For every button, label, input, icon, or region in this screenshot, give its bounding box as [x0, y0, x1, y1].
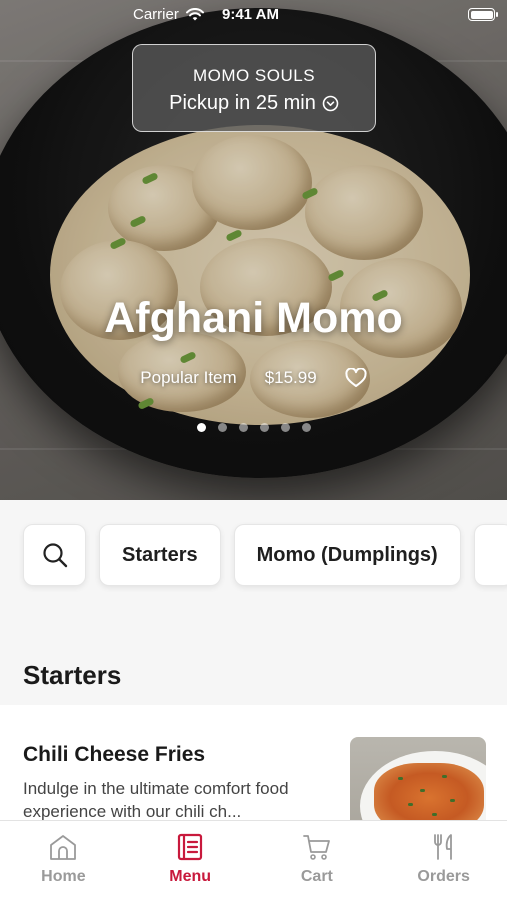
battery-icon	[468, 8, 498, 21]
heart-icon[interactable]	[345, 368, 367, 388]
category-chip-starters[interactable]: Starters	[99, 524, 221, 586]
search-icon	[42, 543, 67, 568]
tab-menu-label: Menu	[169, 868, 212, 885]
category-chip-momo[interactable]: Momo (Dumplings)	[233, 524, 461, 586]
tab-cart[interactable]: Cart	[254, 821, 381, 900]
tab-orders[interactable]: Orders	[380, 821, 507, 900]
menu-item-description: Indulge in the ultimate comfort food exp…	[23, 779, 289, 820]
carousel-dot[interactable]	[196, 423, 206, 432]
featured-item-title: Afghani Momo	[104, 294, 403, 342]
tab-menu[interactable]: Menu	[127, 821, 254, 900]
section-title: Starters	[23, 660, 122, 690]
fork-knife-icon	[433, 834, 452, 860]
menu-item-card[interactable]: Chili Cheese Fries Indulge in the ultima…	[0, 705, 507, 820]
search-button[interactable]	[23, 524, 86, 586]
menu-item-name: Chili Cheese Fries	[23, 743, 206, 766]
carousel-indicator[interactable]	[0, 423, 507, 432]
carousel-dot[interactable]	[217, 423, 227, 432]
bottom-tab-bar: Home Menu Cart Orders	[0, 820, 507, 900]
carousel-dot[interactable]	[259, 423, 269, 432]
store-pickup-selector[interactable]: MOMO SOULS Pickup in 25 min	[132, 44, 376, 132]
carrier: Carrier	[133, 6, 205, 23]
featured-price: $15.99	[264, 368, 317, 387]
carousel-dot[interactable]	[301, 423, 311, 432]
status-bar: Carrier 9:41 AM	[0, 0, 507, 30]
menu-item-photo	[350, 737, 486, 820]
pickup-time: Pickup in 25 min	[169, 92, 316, 114]
carousel-dot[interactable]	[238, 423, 248, 432]
category-chip-next[interactable]	[473, 524, 507, 586]
home-icon	[50, 835, 77, 860]
photo-fries	[374, 763, 484, 820]
category-bar: Starters Momo (Dumplings)	[23, 524, 507, 586]
popular-badge: Popular Item	[140, 368, 237, 387]
chevron-down-circle-icon	[322, 95, 339, 112]
carrier-label: Carrier	[133, 6, 179, 23]
tab-cart-label: Cart	[300, 868, 333, 885]
tab-home[interactable]: Home	[0, 821, 127, 900]
store-name: MOMO SOULS	[192, 66, 316, 85]
pickup-time-row: Pickup in 25 min	[133, 92, 375, 115]
featured-item-meta: Popular Item $15.99	[0, 368, 507, 388]
carousel-dot[interactable]	[280, 423, 290, 432]
status-time: 9:41 AM	[222, 6, 279, 23]
tab-orders-label: Orders	[417, 868, 470, 885]
cart-icon	[302, 835, 330, 860]
menu-book-icon	[178, 833, 203, 861]
wifi-icon	[185, 7, 204, 20]
tab-home-label: Home	[41, 868, 86, 885]
